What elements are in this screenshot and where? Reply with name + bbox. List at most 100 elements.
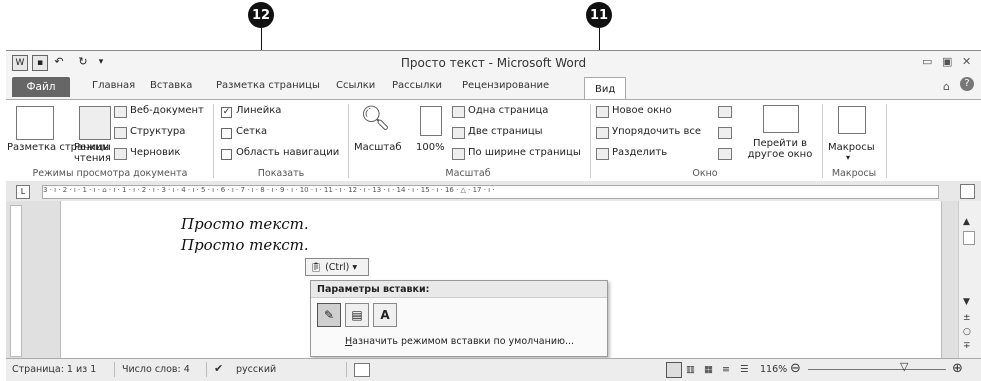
macros-icon[interactable] — [838, 106, 866, 134]
maximize-icon[interactable]: ▣ — [942, 55, 952, 68]
tab-references[interactable]: Ссылки — [336, 80, 375, 91]
language-label[interactable]: русский — [236, 364, 276, 375]
zoom-slider-track[interactable] — [808, 369, 946, 370]
view-side-by-side-icon[interactable] — [718, 106, 732, 118]
zoom-level[interactable]: 116% — [760, 364, 787, 375]
group-label-zoom: Масштаб — [445, 168, 491, 179]
prev-page-icon[interactable]: ± — [963, 313, 971, 323]
zoom-100-icon[interactable] — [420, 106, 442, 136]
ruler-checkbox[interactable]: ✓ — [221, 107, 232, 118]
macros-button[interactable]: Макросы — [828, 142, 875, 153]
page-width-button[interactable]: По ширине страницы — [468, 147, 581, 158]
outline-button[interactable]: Структура — [130, 126, 185, 137]
switch-windows-icon[interactable] — [763, 105, 799, 133]
web-view-icon[interactable]: ▦ — [704, 364, 713, 375]
tab-review[interactable]: Рецензирование — [462, 80, 549, 91]
vertical-scrollbar[interactable]: ▲ ▼ ± ○ ∓ — [958, 201, 981, 358]
paste-options-menu: Параметры вставки: ✎ ▤ A Назначить режим… — [310, 280, 608, 357]
zoom-magnifier-icon[interactable]: 🔍︎ — [360, 104, 390, 132]
close-icon[interactable]: ✕ — [962, 55, 971, 68]
zoom-out-icon[interactable]: ⊖ — [790, 361, 801, 376]
tab-insert[interactable]: Вставка — [150, 80, 192, 91]
draft-icon — [114, 148, 127, 160]
split-button[interactable]: Разделить — [612, 147, 667, 158]
scroll-down-icon[interactable]: ▼ — [963, 297, 970, 307]
nav-pane-label: Область навигации — [236, 147, 340, 158]
draft-button[interactable]: Черновик — [130, 147, 180, 158]
set-default-paste-item[interactable]: Назначить режимом вставки по умолчанию..… — [345, 336, 574, 347]
switch-windows-button[interactable]: Перейти в другое окно — [744, 138, 816, 160]
word-count[interactable]: Число слов: 4 — [122, 364, 190, 375]
help-icon[interactable]: ? — [960, 77, 974, 91]
paste-chip-label: (Ctrl) — [325, 261, 350, 273]
macros-dropdown-icon[interactable]: ▾ — [846, 153, 850, 162]
zoom-100-button[interactable]: 100% — [416, 142, 445, 153]
macro-record-icon[interactable] — [354, 363, 370, 377]
ribbon-minimize-icon[interactable]: ⌂ — [943, 80, 950, 93]
two-pages-button[interactable]: Две страницы — [468, 126, 543, 137]
tab-page-layout[interactable]: Разметка страницы — [216, 80, 320, 91]
minimize-icon[interactable]: ▭ — [922, 55, 932, 68]
print-layout-icon[interactable] — [16, 106, 54, 140]
merge-formatting-icon[interactable]: ▤ — [345, 303, 369, 327]
ruler-row: L 3 · ı · 2 · ı · 1 · ı · ⌂ · ı · 1 · ı … — [6, 181, 981, 202]
title-bar: W ▪ ↶ ↻ ▾ Просто текст - Microsoft Word … — [6, 50, 981, 75]
tab-view[interactable]: Вид — [584, 77, 627, 100]
paste-options-button[interactable]: 📋︎ (Ctrl) ▾ — [305, 258, 369, 276]
new-window-button[interactable]: Новое окно — [612, 105, 672, 116]
scroll-thumb[interactable] — [963, 231, 975, 245]
document-line[interactable]: Просто текст. — [181, 215, 309, 233]
scroll-up-icon[interactable]: ▲ — [963, 217, 970, 227]
spellcheck-icon[interactable]: ✔︎ — [214, 362, 223, 375]
group-label-views: Режимы просмотра документа — [32, 168, 188, 179]
tab-home[interactable]: Главная — [92, 80, 135, 91]
web-layout-icon — [114, 106, 127, 118]
page-count[interactable]: Страница: 1 из 1 — [12, 364, 96, 375]
clipboard-icon: 📋︎ — [310, 261, 323, 273]
reading-mode-button[interactable]: Режим чтения — [74, 142, 114, 164]
group-separator — [590, 104, 591, 178]
split-icon — [596, 148, 609, 160]
tab-file[interactable]: Файл — [12, 77, 70, 97]
new-window-icon — [596, 106, 609, 118]
zoom-in-icon[interactable]: ⊕ — [952, 361, 963, 376]
reading-view-icon[interactable]: ▥ — [686, 364, 695, 375]
grid-checkbox[interactable] — [221, 128, 232, 139]
next-page-icon[interactable]: ∓ — [963, 341, 971, 351]
one-page-button[interactable]: Одна страница — [468, 105, 548, 116]
one-page-icon — [452, 106, 465, 118]
zoom-button[interactable]: Масштаб — [354, 142, 402, 153]
draft-view-icon[interactable]: ☰ — [740, 364, 749, 375]
group-label-show: Показать — [257, 168, 305, 179]
document-line[interactable]: Просто текст. — [181, 236, 309, 254]
horizontal-ruler[interactable]: 3 · ı · 2 · ı · 1 · ı · ⌂ · ı · 1 · ı · … — [42, 185, 939, 199]
reset-window-icon[interactable] — [718, 148, 732, 160]
nav-pane-checkbox[interactable] — [221, 149, 232, 160]
arrange-all-button[interactable]: Упорядочить все — [612, 126, 701, 137]
tab-mailings[interactable]: Рассылки — [392, 80, 442, 91]
group-label-window: Окно — [692, 168, 718, 179]
ribbon-view: Разметка страницы Режим чтения Веб-докум… — [6, 99, 981, 183]
status-bar: Страница: 1 из 1 Число слов: 4 ✔︎ русски… — [6, 358, 981, 381]
grid-label: Сетка — [236, 126, 268, 137]
sync-scroll-icon[interactable] — [718, 127, 732, 139]
group-separator — [822, 104, 823, 178]
callout-11: 11 — [586, 2, 612, 28]
vertical-ruler[interactable] — [10, 205, 22, 357]
view-ruler-icon[interactable] — [960, 184, 975, 199]
print-layout-view-icon[interactable] — [666, 362, 682, 378]
tab-selector-icon[interactable]: L — [16, 185, 30, 199]
reading-mode-icon[interactable] — [79, 106, 111, 140]
keep-source-formatting-icon[interactable]: ✎ — [317, 303, 341, 327]
page-width-icon — [452, 148, 465, 160]
keep-text-only-icon[interactable]: A — [373, 303, 397, 327]
zoom-slider-thumb[interactable]: ▽ — [900, 360, 908, 373]
callout-12: 12 — [248, 2, 274, 28]
outline-view-icon[interactable]: ≡ — [722, 364, 730, 375]
group-label-macros: Макросы — [831, 168, 877, 179]
browse-object-icon[interactable]: ○ — [963, 327, 971, 337]
group-separator — [886, 104, 887, 178]
arrange-all-icon — [596, 127, 609, 139]
ruler-label: Линейка — [236, 105, 282, 116]
web-layout-button[interactable]: Веб-документ — [130, 105, 204, 116]
